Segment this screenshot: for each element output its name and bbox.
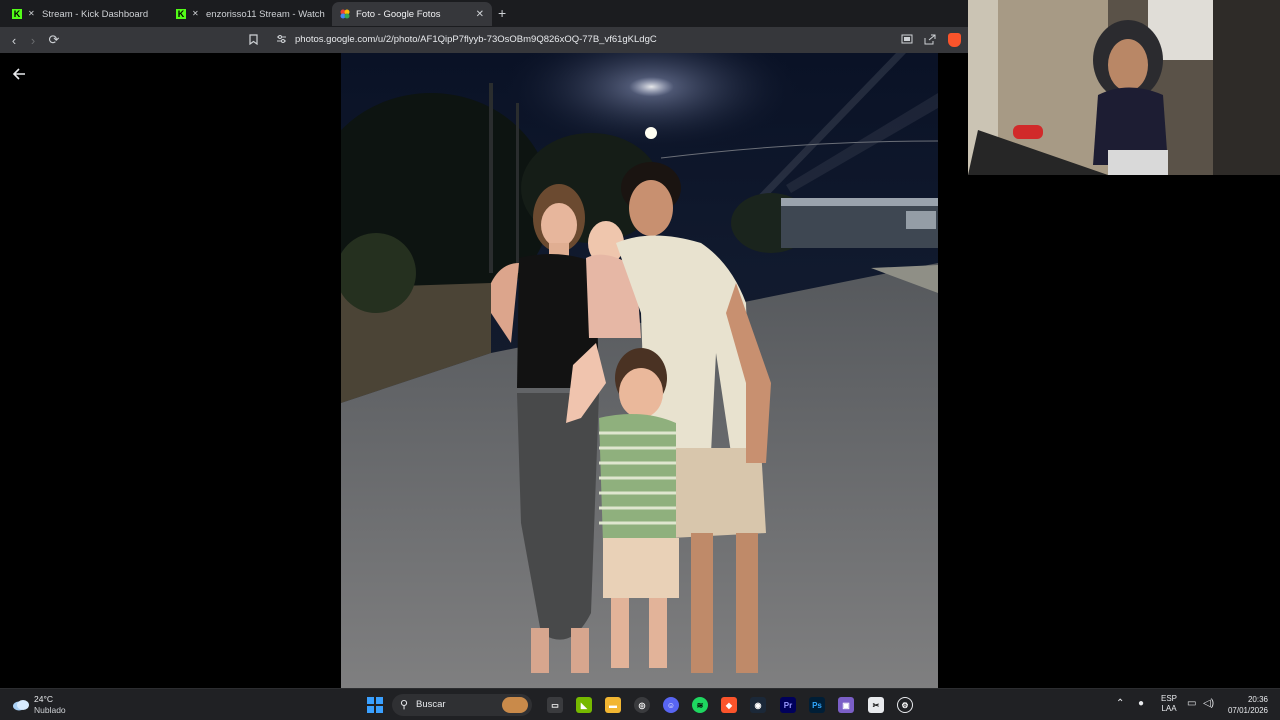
bookmark-icon[interactable] bbox=[249, 34, 258, 48]
mute-icon[interactable]: ✕ bbox=[28, 9, 38, 19]
photo-viewer bbox=[0, 53, 968, 688]
kick-icon: K bbox=[12, 9, 22, 19]
lang-secondary: LAA bbox=[1161, 704, 1177, 713]
clock-date: 07/01/2026 bbox=[1227, 706, 1268, 715]
weather-description[interactable]: Nublado bbox=[34, 705, 66, 715]
weather-temperature[interactable]: 24°C bbox=[34, 694, 53, 704]
address-bar[interactable]: photos.google.com/u/2/photo/AF1QipP7flyy… bbox=[295, 34, 657, 45]
back-arrow-icon[interactable] bbox=[12, 67, 30, 83]
tab-strip: K ✕ Stream - Kick Dashboard K ✕ enzoriss… bbox=[0, 0, 968, 27]
steam-app-icon[interactable]: ◉ bbox=[750, 697, 766, 713]
settings-gear-icon[interactable]: ⚙ bbox=[897, 697, 913, 713]
tab-title: Stream - Kick Dashboard bbox=[42, 8, 149, 20]
capcut-icon[interactable]: ✂ bbox=[868, 697, 884, 713]
volume-icon[interactable]: ◁) bbox=[1203, 698, 1214, 709]
empty-area bbox=[968, 175, 1280, 688]
close-tab-icon[interactable]: ✕ bbox=[476, 9, 484, 20]
windows-start-icon[interactable] bbox=[367, 697, 383, 713]
microphone-icon[interactable]: ● bbox=[1138, 698, 1144, 709]
clock-time: 20:36 bbox=[1247, 695, 1268, 704]
taskbar-search[interactable]: ⚲ Buscar bbox=[392, 694, 532, 716]
file-explorer-icon[interactable]: ▬ bbox=[605, 697, 621, 713]
language-indicator[interactable]: ESP LAA bbox=[1161, 694, 1177, 714]
search-icon: ⚲ bbox=[400, 699, 409, 711]
brave-icon[interactable]: ◆ bbox=[721, 697, 737, 713]
site-settings-icon[interactable] bbox=[276, 34, 287, 47]
new-tab-icon[interactable]: + bbox=[498, 5, 506, 21]
network-icon[interactable]: ▭ bbox=[1187, 698, 1196, 709]
reload-icon[interactable]: ⟳ bbox=[46, 32, 62, 48]
share-icon[interactable] bbox=[924, 34, 936, 48]
spotify-icon[interactable]: ≋ bbox=[692, 697, 708, 713]
premiere-icon[interactable]: Pr bbox=[780, 697, 796, 713]
search-placeholder: Buscar bbox=[416, 699, 446, 710]
tab-kick-dashboard[interactable]: K ✕ Stream - Kick Dashboard bbox=[4, 2, 164, 26]
tab-title: enzorisso11 Stream - Watch Live bbox=[206, 8, 328, 20]
steam-icon[interactable]: ◎ bbox=[634, 697, 650, 713]
browser-toolbar: ‹ › ⟳ photos.google.com/u/2/photo/AF1Qip… bbox=[0, 27, 968, 53]
tab-stream-watch[interactable]: K ✕ enzorisso11 Stream - Watch Live bbox=[168, 2, 328, 26]
search-highlight-icon bbox=[502, 697, 528, 713]
chevron-up-icon[interactable]: ⌃ bbox=[1116, 698, 1124, 709]
discord-icon[interactable]: ☺ bbox=[663, 697, 679, 713]
webcam-overlay bbox=[968, 0, 1280, 175]
lang-primary: ESP bbox=[1161, 694, 1178, 703]
nvidia-icon[interactable]: ◣ bbox=[576, 697, 592, 713]
clock[interactable]: 20:36 07/01/2026 bbox=[1222, 694, 1268, 716]
tab-google-photos[interactable]: Foto - Google Fotos ✕ bbox=[332, 2, 492, 26]
task-view-icon[interactable]: ▭ bbox=[547, 697, 563, 713]
cloud-icon[interactable] bbox=[12, 698, 30, 711]
mute-icon[interactable]: ✕ bbox=[192, 9, 202, 19]
cast-icon[interactable] bbox=[901, 34, 913, 47]
brave-shield-icon[interactable] bbox=[948, 33, 961, 47]
tab-title: Foto - Google Fotos bbox=[356, 8, 441, 20]
kick-icon: K bbox=[176, 9, 186, 19]
family-photo bbox=[341, 53, 938, 688]
google-photos-icon bbox=[340, 9, 350, 19]
forward-icon[interactable]: › bbox=[25, 32, 41, 48]
back-icon[interactable]: ‹ bbox=[6, 32, 22, 48]
taskbar: 24°C Nublado ⚲ Buscar ▭ ◣ ▬ ◎ ☺ ≋ ◆ ◉ Pr… bbox=[0, 688, 1280, 720]
photoshop-icon[interactable]: Ps bbox=[809, 697, 825, 713]
obs-icon[interactable]: ▣ bbox=[838, 697, 854, 713]
screen: K ✕ Stream - Kick Dashboard K ✕ enzoriss… bbox=[0, 0, 1280, 720]
